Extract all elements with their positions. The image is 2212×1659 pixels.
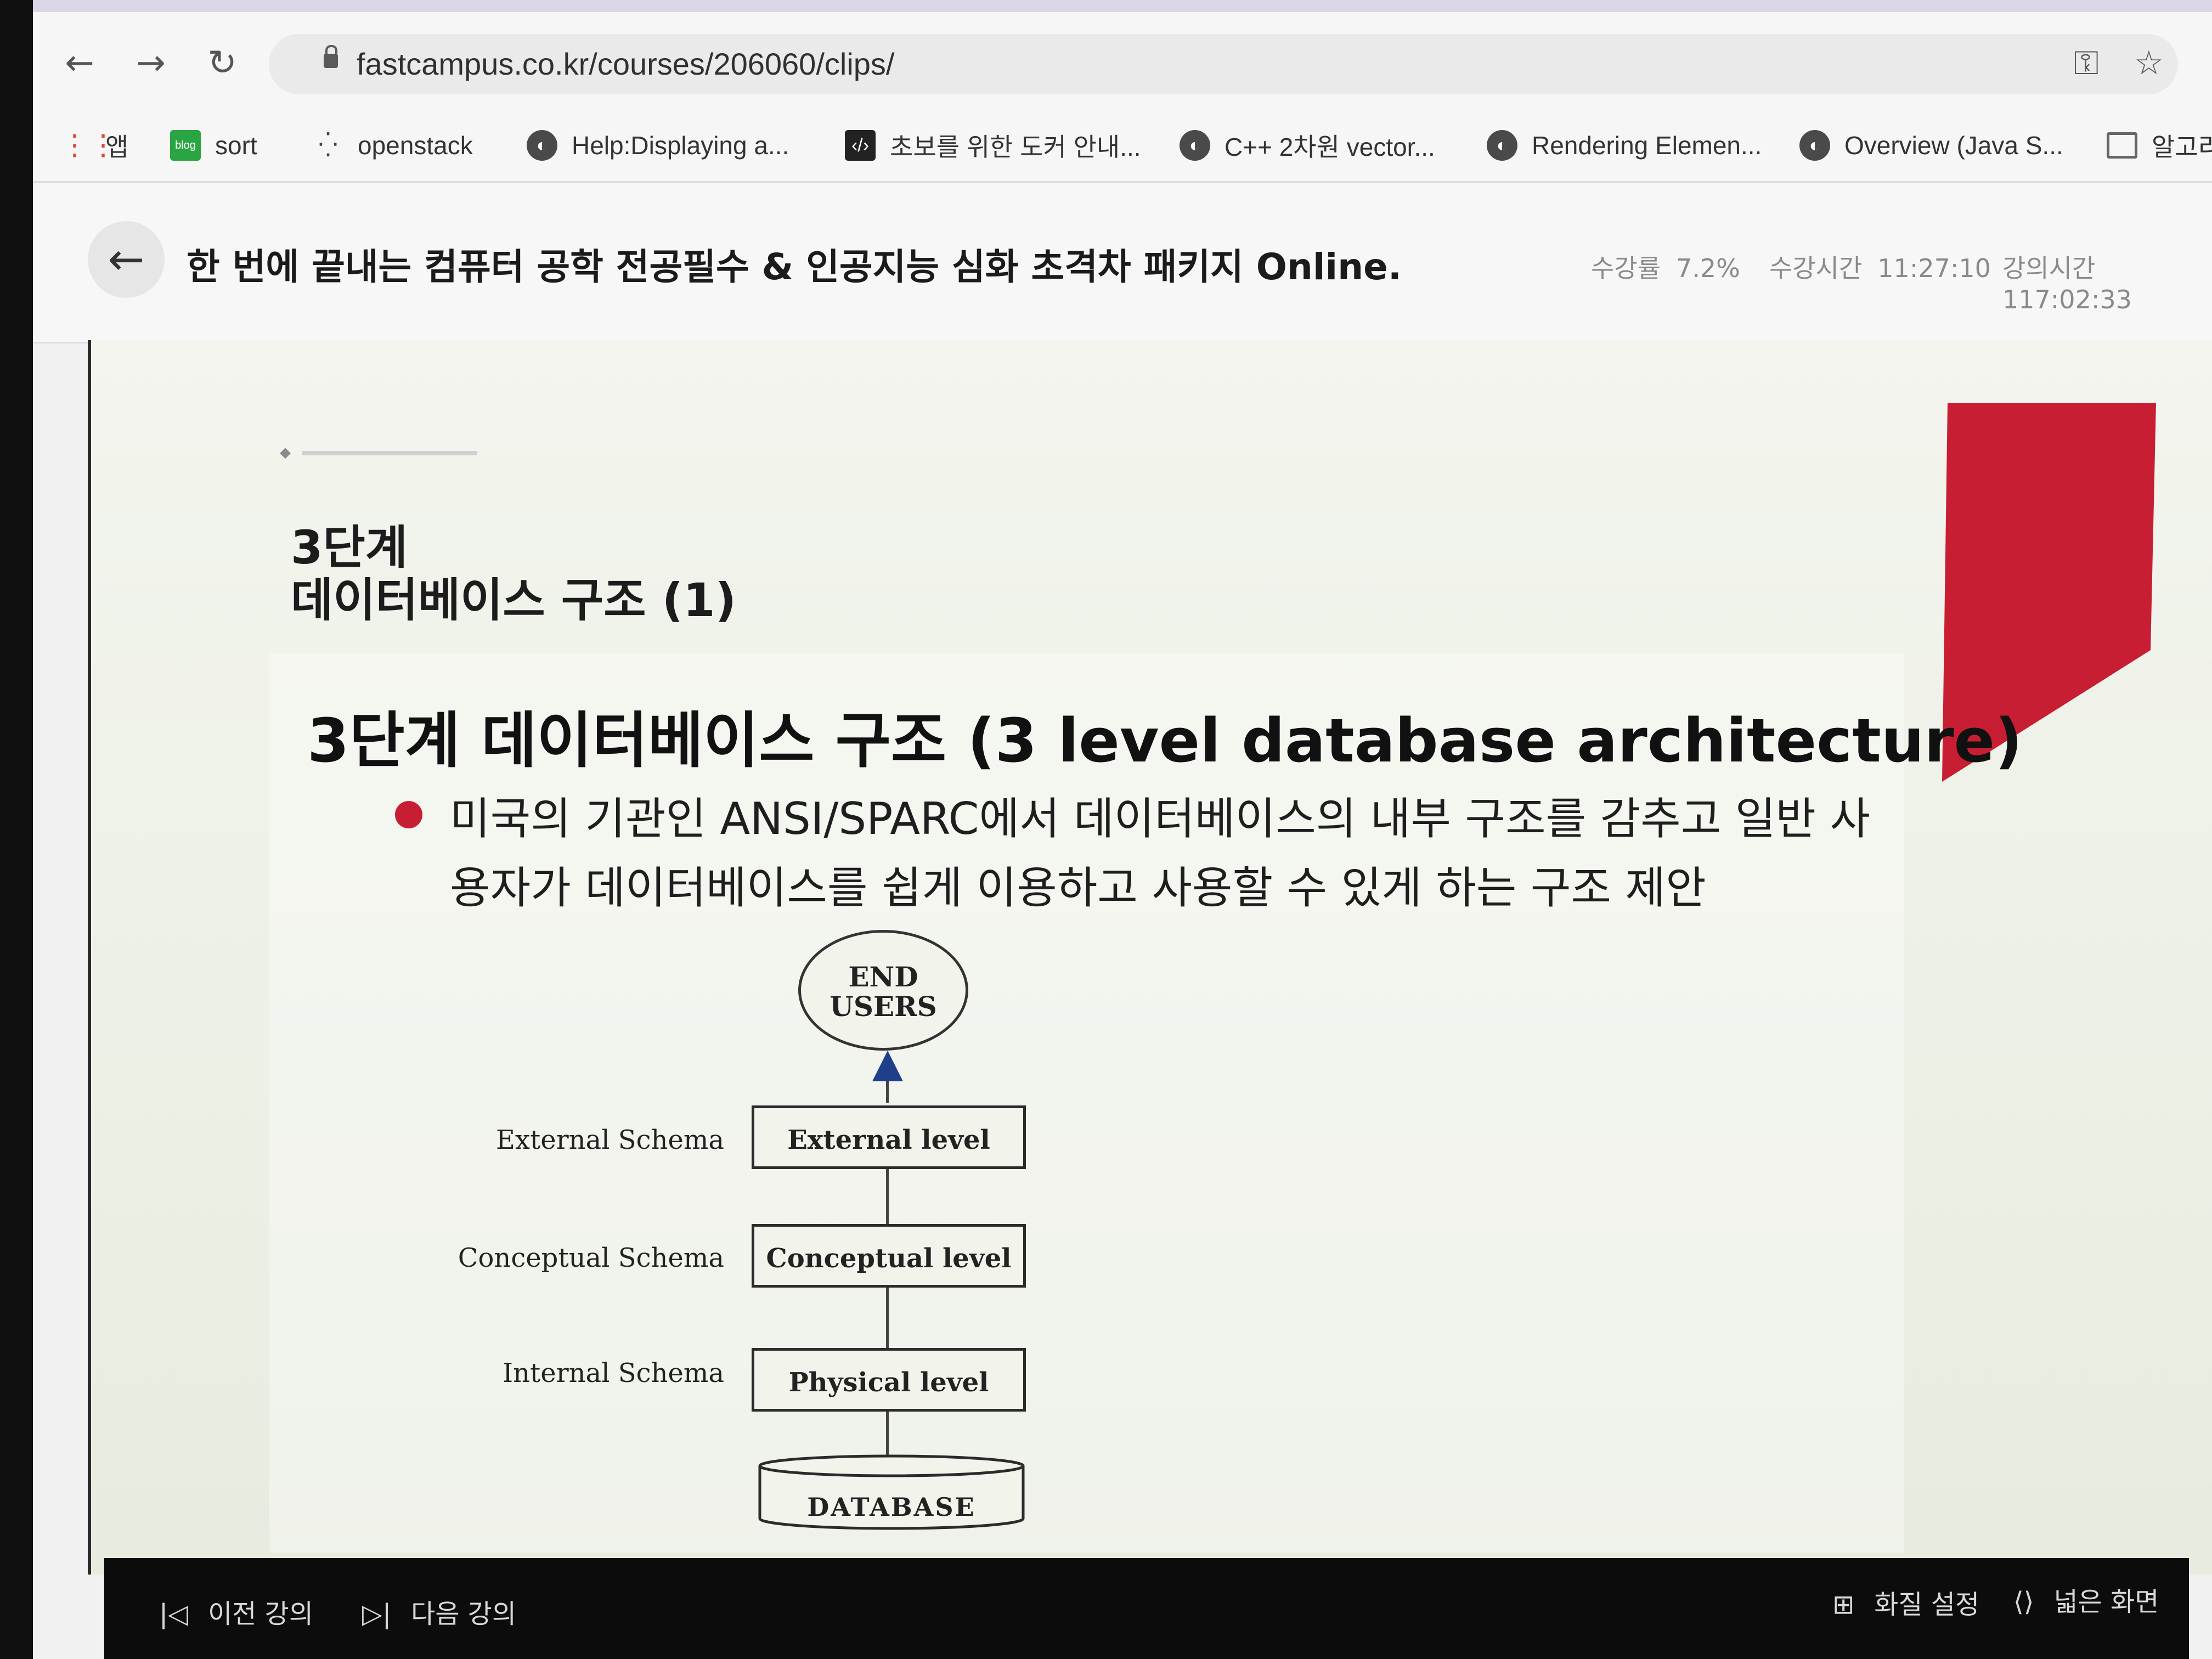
browser-toolbar: ← → ↻ fastcampus.co.kr/courses/206060/cl… bbox=[33, 0, 2212, 110]
bookmark-label: Overview (Java S... bbox=[1844, 131, 2063, 160]
connector-line bbox=[886, 1081, 889, 1103]
bookmark-label: sort bbox=[215, 131, 257, 160]
bookmark-label: 초보를 위한 도커 안내... bbox=[890, 133, 1141, 161]
bookmark-label: C++ 2차원 vector... bbox=[1224, 133, 1435, 161]
skip-next-icon: ▷| bbox=[362, 1599, 392, 1629]
folder-icon bbox=[2107, 132, 2137, 159]
bookmark-java-overview[interactable]: ◐ Overview (Java S... bbox=[1799, 126, 2063, 165]
end-users-line2: USERS bbox=[830, 990, 937, 1023]
bookmark-label: Help:Displaying a... bbox=[572, 131, 789, 160]
screen: ← → ↻ fastcampus.co.kr/courses/206060/cl… bbox=[33, 0, 2212, 1659]
progress-label: 수강률 bbox=[1591, 253, 1661, 283]
bookmark-rendering-elements[interactable]: ◐ Rendering Elemen... bbox=[1487, 126, 1762, 165]
bookmark-docker-guide[interactable]: ‹/› 초보를 위한 도커 안내... bbox=[845, 126, 1141, 165]
skip-previous-icon: |◁ bbox=[159, 1599, 189, 1629]
end-users-line1: END bbox=[848, 961, 918, 993]
arrow-up-icon bbox=[872, 1051, 903, 1081]
back-arrow-icon: ← bbox=[108, 234, 145, 285]
conceptual-schema-label: Conceptual Schema bbox=[458, 1243, 724, 1273]
bookmarks-bar: ⋮⋮ 앱 blog sort ⁛ openstack ◐ Help:Displa… bbox=[33, 110, 2212, 183]
code-icon: ‹/› bbox=[845, 130, 876, 161]
key-icon[interactable]: ⚿ bbox=[2074, 44, 2099, 82]
wide-screen-button[interactable]: ⟨⟩ 넓은 화면 bbox=[2013, 1580, 2159, 1618]
globe-icon: ◐ bbox=[1180, 130, 1210, 161]
quality-settings-button[interactable]: ⊞ 화질 설정 bbox=[1832, 1583, 1979, 1621]
watch-time-stat: 수강시간 11:27:10 bbox=[1769, 249, 1991, 285]
physical-level-box: Physical level bbox=[752, 1348, 1026, 1412]
back-button[interactable]: ← bbox=[88, 221, 165, 298]
watch-time-label: 수강시간 bbox=[1769, 253, 1863, 283]
video-player[interactable]: ◆ 3단계 데이터베이스 구조 (1) 3단계 데이터베이스 구조 (3 lev… bbox=[88, 340, 2212, 1575]
connector-line bbox=[886, 1169, 889, 1224]
next-lecture-label: 다음 강의 bbox=[411, 1599, 516, 1629]
course-header: ← 한 번에 끝내는 컴퓨터 공학 전공필수 & 인공지능 심화 초격차 패키지… bbox=[33, 183, 2212, 343]
bookmark-help-displaying[interactable]: ◐ Help:Displaying a... bbox=[527, 126, 789, 165]
slide-bullet-text: 미국의 기관인 ANSI/SPARC에서 데이터베이스의 내부 구조를 감추고 … bbox=[450, 793, 1871, 913]
blog-icon: blog bbox=[170, 130, 201, 161]
bookmark-openstack[interactable]: ⁛ openstack bbox=[313, 126, 473, 165]
globe-icon: ◐ bbox=[527, 130, 557, 161]
openstack-icon: ⁛ bbox=[318, 132, 338, 159]
connector-line bbox=[886, 1288, 889, 1348]
bullet-dot bbox=[395, 801, 422, 828]
tab-strip[interactable] bbox=[33, 0, 2212, 12]
bookmark-cpp-vector[interactable]: ◐ C++ 2차원 vector... bbox=[1180, 126, 1435, 165]
connector-line bbox=[886, 1412, 889, 1455]
fastcampus-logo: ◆ bbox=[280, 444, 477, 461]
forward-arrow-icon[interactable]: → bbox=[129, 41, 173, 85]
lecture-time-stat: 강의시간117:02:33 bbox=[2002, 249, 2212, 314]
database-label: DATABASE bbox=[807, 1492, 976, 1522]
address-bar[interactable]: fastcampus.co.kr/courses/206060/clips/ ⚿… bbox=[269, 34, 2178, 94]
internal-schema-label: Internal Schema bbox=[503, 1358, 724, 1389]
quality-settings-label: 화질 설정 bbox=[1874, 1589, 1980, 1620]
video-edge bbox=[88, 340, 91, 1575]
back-arrow-icon[interactable]: ← bbox=[58, 41, 101, 85]
progress-stat: 수강률 7.2% bbox=[1591, 249, 1740, 285]
star-icon[interactable]: ☆ bbox=[2134, 44, 2164, 82]
end-users-node: END USERS bbox=[798, 930, 968, 1051]
reload-icon[interactable]: ↻ bbox=[200, 41, 244, 85]
wide-screen-icon: ⟨⟩ bbox=[2013, 1587, 2034, 1617]
slide-heading: 3단계 데이터베이스 구조 (3 level database architec… bbox=[307, 706, 2023, 776]
prev-lecture-label: 이전 강의 bbox=[208, 1599, 313, 1629]
slide-tag-line1: 3단계 bbox=[291, 521, 408, 574]
bookmark-label: 알고리 bbox=[2152, 133, 2212, 161]
quality-settings-icon: ⊞ bbox=[1832, 1589, 1855, 1620]
lock-icon bbox=[324, 45, 338, 68]
globe-icon: ◐ bbox=[1487, 130, 1517, 161]
conceptual-level-box: Conceptual level bbox=[752, 1224, 1026, 1288]
wide-screen-label: 넓은 화면 bbox=[2053, 1587, 2159, 1617]
apps-grid-icon: ⋮⋮ bbox=[60, 129, 117, 161]
bookmark-apps[interactable]: ⋮⋮ 앱 bbox=[60, 126, 128, 165]
external-level-box: External level bbox=[752, 1105, 1026, 1169]
slide-tag-line2: 데이터베이스 구조 (1) bbox=[291, 573, 736, 627]
bookmark-label: openstack bbox=[358, 131, 473, 160]
globe-icon: ◐ bbox=[1799, 130, 1830, 161]
bookmark-label: 앱 bbox=[105, 133, 129, 161]
url-text[interactable]: fastcampus.co.kr/courses/206060/clips/ bbox=[357, 46, 894, 82]
lecture-time-value: 117:02:33 bbox=[2002, 285, 2132, 314]
bookmark-label: Rendering Elemen... bbox=[1532, 131, 1762, 160]
course-title: 한 번에 끝내는 컴퓨터 공학 전공필수 & 인공지능 심화 초격차 패키지 O… bbox=[187, 246, 1402, 288]
prev-lecture-button[interactable]: |◁ 이전 강의 bbox=[159, 1592, 313, 1630]
bookmark-folder-algorithm[interactable]: 알고리 bbox=[2107, 126, 2212, 165]
bookmark-sort[interactable]: blog sort bbox=[170, 126, 257, 165]
progress-value: 7.2% bbox=[1675, 253, 1740, 283]
watch-time-value: 11:27:10 bbox=[1877, 253, 1991, 283]
lecture-time-label: 강의시간 bbox=[2002, 253, 2096, 283]
next-lecture-button[interactable]: ▷| 다음 강의 bbox=[362, 1592, 516, 1630]
external-schema-label: External Schema bbox=[495, 1125, 724, 1155]
player-controls-bar: |◁ 이전 강의 ▷| 다음 강의 ⊞ 화질 설정 ⟨⟩ 넓은 화면 bbox=[104, 1558, 2189, 1659]
slide-section-tag: 3단계 데이터베이스 구조 (1) bbox=[291, 521, 736, 627]
